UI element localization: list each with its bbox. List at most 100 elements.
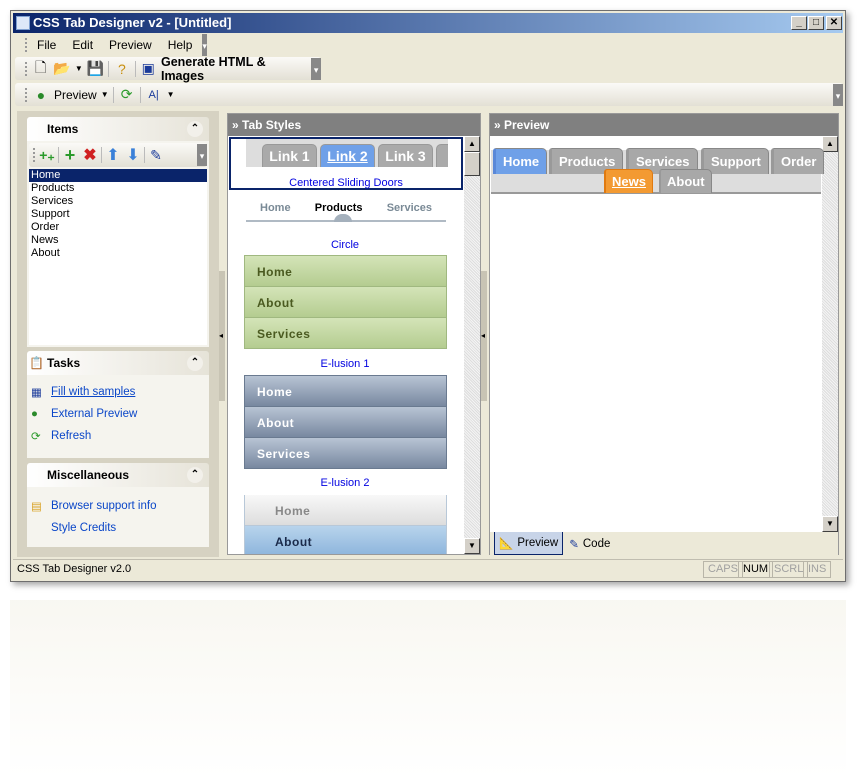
list-item[interactable]: Products — [29, 182, 207, 195]
fill-samples-link[interactable]: ▦ Fill with samples — [31, 381, 205, 403]
fill-samples-label[interactable]: Fill with samples — [51, 386, 135, 398]
tasks-header[interactable]: 📋 Tasks ⌃ — [27, 351, 209, 375]
help-icon[interactable]: ? — [113, 60, 130, 78]
edit-icon[interactable]: ✎ — [147, 146, 165, 164]
open-dropdown-icon[interactable]: ▼ — [75, 60, 83, 78]
refresh-label[interactable]: Refresh — [51, 430, 91, 442]
items-header[interactable]: Items ⌃ — [27, 117, 209, 141]
browser-support-link[interactable]: ▤ Browser support info — [31, 495, 205, 517]
chevron-down-icon[interactable]: ▼ — [167, 90, 175, 99]
status-text: CSS Tab Designer v2.0 — [17, 563, 132, 575]
menu-help[interactable]: Help — [162, 38, 199, 52]
new-file-icon[interactable]: 🗋 — [32, 59, 49, 78]
preview-pane: » Preview ▲ ▼ Home Products Services Suppor… — [489, 113, 839, 555]
tasks-title: Tasks — [47, 356, 81, 370]
generate-html-button[interactable]: Generate HTML & Images — [161, 55, 307, 83]
style-centered-sliding-doors[interactable]: Link 1 Link 2 Link 3 Centered Sliding Door… — [229, 137, 463, 190]
preview-tab[interactable]: News — [604, 169, 653, 193]
menu-preview[interactable]: Preview — [103, 38, 158, 52]
preview-dropdown[interactable]: Preview — [54, 88, 97, 102]
app-window: CSS Tab Designer v2 - [Untitled] _ □ ✕ F… — [10, 10, 846, 582]
delete-icon[interactable]: ✖ — [81, 146, 99, 164]
generate-icon[interactable]: ▣ — [140, 60, 157, 78]
style-elusion-2[interactable]: Home About Services — [244, 375, 447, 469]
preview-tab[interactable]: 📐 Preview — [494, 532, 564, 555]
minimize-button[interactable]: _ — [791, 16, 807, 30]
chevron-down-icon[interactable]: ▼ — [101, 90, 109, 99]
refresh-icon: ⟳ — [31, 431, 41, 443]
move-down-icon[interactable]: ⬇ — [124, 146, 142, 164]
menu-bar: File Edit Preview Help ▾ — [15, 33, 207, 56]
style-credits-link[interactable]: Style Credits — [31, 517, 205, 539]
preview-header: » Preview — [490, 114, 838, 136]
misc-panel: Miscellaneous ⌃ ▤ Browser support info Sty… — [27, 463, 209, 547]
code-tab[interactable]: ✎ Code — [565, 532, 614, 555]
scroll-up-button[interactable]: ▲ — [822, 136, 838, 152]
collapse-icon[interactable]: ⌃ — [187, 121, 203, 137]
items-toolbar: +₊ + ✖ ⬆ ⬇ ✎ ▾ — [29, 143, 207, 167]
save-icon[interactable]: 💾 — [87, 60, 104, 78]
scroll-down-button[interactable]: ▼ — [464, 538, 480, 554]
list-item[interactable]: News — [29, 234, 207, 247]
font-icon[interactable]: A| — [145, 86, 163, 104]
style1-tab: Link 3 — [378, 144, 433, 167]
preview-tab[interactable]: About — [659, 169, 712, 193]
list-item[interactable]: Order — [29, 221, 207, 234]
menu-overflow-icon[interactable]: ▾ — [202, 33, 207, 56]
menu-grip[interactable] — [25, 37, 27, 52]
circle-tab: Services — [386, 202, 432, 214]
scroll-thumb[interactable] — [464, 152, 480, 176]
preview-tab[interactable]: Order — [771, 148, 825, 174]
status-bar: CSS Tab Designer v2.0 CAPS NUM SCRL INS — [13, 559, 843, 579]
scroll-down-button[interactable]: ▼ — [822, 516, 838, 532]
title-bar: CSS Tab Designer v2 - [Untitled] _ □ ✕ — [13, 13, 843, 33]
list-item[interactable]: About — [29, 247, 207, 260]
toolbar-overflow-icon[interactable]: ▾ — [311, 57, 321, 80]
list-item[interactable]: Home — [29, 169, 207, 182]
move-up-icon[interactable]: ⬆ — [104, 146, 122, 164]
items-list: Home Products Services Support Order News Abou… — [29, 169, 207, 345]
tasks-panel: 📋 Tasks ⌃ ▦ Fill with samples ● External Pre… — [27, 351, 209, 458]
preview-scrollbar[interactable]: ▲ ▼ — [822, 136, 838, 532]
edit-icon: ✎ — [569, 538, 579, 551]
elusion-tab: Services — [244, 317, 447, 349]
open-folder-icon[interactable]: 📂 — [53, 60, 70, 78]
list-item[interactable]: Support — [29, 208, 207, 221]
tasks-body: ▦ Fill with samples ● External Preview ⟳ Re… — [27, 375, 209, 458]
preview-tab[interactable]: Home — [493, 148, 548, 174]
left-splitter[interactable]: ◂ — [219, 271, 225, 401]
styles-scrollbar[interactable]: ▲ ▼ — [464, 136, 480, 554]
menu-edit[interactable]: Edit — [66, 38, 99, 52]
preview-tab[interactable]: Support — [701, 148, 769, 174]
middle-splitter[interactable]: ◂ — [481, 271, 487, 401]
refresh-icon[interactable]: ⟳ — [118, 86, 136, 104]
toolbar-overflow-icon[interactable]: ▾ — [197, 144, 207, 166]
menu-file[interactable]: File — [31, 38, 62, 52]
elusion-tab: Home — [244, 255, 447, 287]
collapse-icon[interactable]: ⌃ — [187, 467, 203, 483]
scroll-up-button[interactable]: ▲ — [464, 136, 480, 152]
style1-tab: Link 1 — [262, 144, 317, 167]
toolbar-grip — [25, 87, 28, 102]
close-button[interactable]: ✕ — [826, 16, 842, 30]
toolbar-overflow-icon[interactable]: ▾ — [833, 83, 843, 106]
add-icon[interactable]: + — [61, 145, 79, 165]
refresh-link[interactable]: ⟳ Refresh — [31, 425, 205, 447]
globe-icon: ● — [31, 408, 38, 420]
external-preview-label[interactable]: External Preview — [51, 408, 137, 420]
style1-tab: Link 2 — [320, 144, 375, 167]
collapse-icon[interactable]: ⌃ — [187, 355, 203, 371]
style5-tab: Home — [244, 495, 447, 526]
list-item[interactable]: Services — [29, 195, 207, 208]
style-5[interactable]: Home About — [244, 495, 447, 554]
external-preview-link[interactable]: ● External Preview — [31, 403, 205, 425]
maximize-button[interactable]: □ — [808, 16, 824, 30]
style-elusion-1[interactable]: Home About Services — [244, 255, 447, 349]
misc-header[interactable]: Miscellaneous ⌃ — [27, 463, 209, 487]
add-multiple-icon[interactable]: +₊ — [38, 146, 56, 164]
style-credits-label[interactable]: Style Credits — [51, 522, 116, 534]
separator — [134, 60, 136, 77]
browser-support-label[interactable]: Browser support info — [51, 500, 156, 512]
style-name-label: Centered Sliding Doors — [289, 177, 403, 189]
style-circle[interactable]: Home Products Services — [246, 202, 446, 222]
